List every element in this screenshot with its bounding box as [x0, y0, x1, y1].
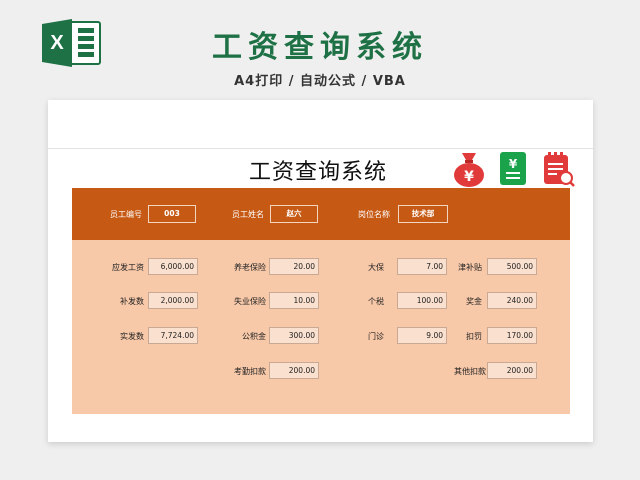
housing-fund-label: 公积金	[242, 332, 266, 341]
employee-header-band: 员工编号 003 员工姓名 赵六 岗位名称 技术部	[72, 188, 570, 240]
calendar-search-icon[interactable]	[542, 150, 576, 192]
position-label: 岗位名称	[358, 210, 390, 219]
unemployment-label: 失业保险	[234, 297, 266, 306]
sheet-divider	[48, 148, 593, 149]
back-pay-label: 补发数	[120, 297, 144, 306]
svg-text:¥: ¥	[509, 157, 518, 171]
bonus-field[interactable]: 240.00	[487, 292, 537, 309]
net-pay-label: 实发数	[120, 332, 144, 341]
back-pay-field[interactable]: 2,000.00	[148, 292, 198, 309]
money-bag-icon[interactable]: ¥	[452, 150, 486, 192]
page-title: 工资查询系统	[212, 30, 428, 65]
page-subtitle: A4打印 / 自动公式 / VBA	[234, 74, 406, 89]
attendance-deduction-label: 考勤扣款	[234, 367, 266, 376]
income-tax-label: 个税	[368, 297, 384, 306]
penalty-label: 扣罚	[466, 332, 482, 341]
bonus-label: 奖金	[466, 297, 482, 306]
allowance-label: 津补贴	[458, 263, 482, 272]
position-field[interactable]: 技术部	[398, 205, 448, 223]
receipt-icon[interactable]: ¥	[498, 150, 528, 192]
svg-text:¥: ¥	[464, 169, 474, 185]
allowance-field[interactable]: 500.00	[487, 258, 537, 275]
clinic-label: 门诊	[368, 332, 384, 341]
attendance-deduction-field[interactable]: 200.00	[269, 362, 319, 379]
employee-name-label: 员工姓名	[232, 210, 264, 219]
penalty-field[interactable]: 170.00	[487, 327, 537, 344]
housing-fund-field[interactable]: 300.00	[269, 327, 319, 344]
salary-sheet: 工资查询系统 ¥ ¥ 员工编号 003 员工姓名 赵六 岗位名称 技术部 应发工…	[48, 100, 593, 442]
employee-name-field[interactable]: 赵六	[270, 205, 318, 223]
employee-id-label: 员工编号	[110, 210, 142, 219]
sheet-title: 工资查询系统	[248, 160, 387, 185]
pension-label: 养老保险	[234, 263, 266, 272]
net-pay-field[interactable]: 7,724.00	[148, 327, 198, 344]
employee-id-field[interactable]: 003	[148, 205, 196, 223]
unemployment-field[interactable]: 10.00	[269, 292, 319, 309]
gross-pay-label: 应发工资	[112, 263, 144, 272]
medical-insurance-label: 大保	[368, 263, 384, 272]
pension-field[interactable]: 20.00	[269, 258, 319, 275]
salary-details-panel: 应发工资 6,000.00 养老保险 20.00 大保 7.00 津补贴 500…	[72, 240, 570, 414]
other-deduction-field[interactable]: 200.00	[487, 362, 537, 379]
gross-pay-field[interactable]: 6,000.00	[148, 258, 198, 275]
other-deduction-label: 其他扣款	[454, 367, 486, 376]
